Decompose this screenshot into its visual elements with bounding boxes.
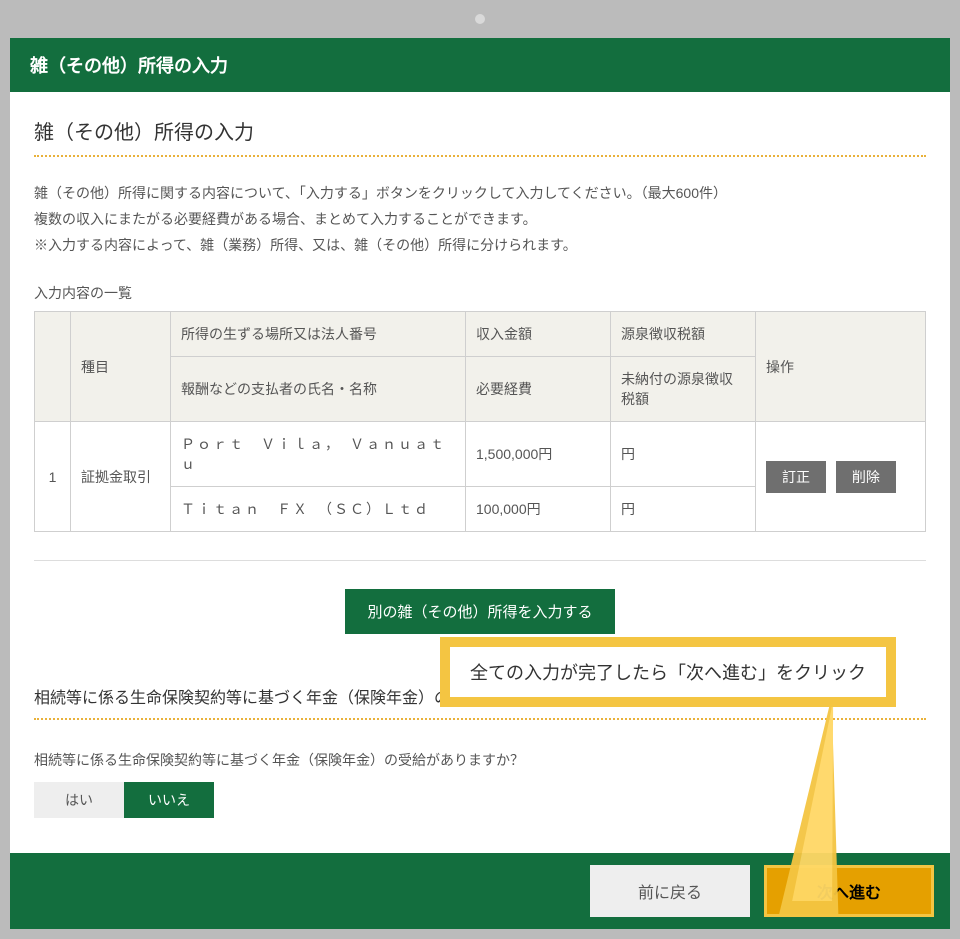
section1-desc1: 雑（その他）所得に関する内容について、「入力する」ボタンをクリックして入力してく… xyxy=(34,183,926,203)
th-kind: 種目 xyxy=(71,312,171,422)
input-table: 種目 所得の生ずる場所又は法人番号 収入金額 源泉徴収税額 操作 報酬などの支払… xyxy=(34,311,926,532)
th-ops: 操作 xyxy=(756,312,926,422)
th-unpaid-withholding: 未納付の源泉徴収税額 xyxy=(611,357,756,422)
row-kind: 証拠金取引 xyxy=(71,422,171,532)
page-header: 雑（その他）所得の入力 xyxy=(10,38,950,92)
th-income: 収入金額 xyxy=(466,312,611,357)
yes-button[interactable]: はい xyxy=(34,782,124,818)
browser-chrome xyxy=(0,0,960,38)
edit-button[interactable]: 訂正 xyxy=(766,461,826,493)
separator xyxy=(34,560,926,561)
row-unpaid-withholding: 円 xyxy=(611,487,756,532)
th-index xyxy=(35,312,71,422)
section1-desc2: 複数の収入にまたがる必要経費がある場合、まとめて入力することができます。 xyxy=(34,209,926,229)
row-income: 1,500,000円 xyxy=(466,422,611,487)
add-other-income-button[interactable]: 別の雑（その他）所得を入力する xyxy=(345,589,614,634)
page-container: 雑（その他）所得の入力 雑（その他）所得の入力 雑（その他）所得に関する内容につ… xyxy=(10,38,950,929)
no-button[interactable]: いいえ xyxy=(124,782,214,818)
th-payer: 報酬などの支払者の氏名・名称 xyxy=(171,357,466,422)
browser-camera-dot xyxy=(475,14,485,24)
back-button[interactable]: 前に戻る xyxy=(590,865,750,917)
row-place: Ｐｏｒｔ Ｖｉｌａ， Ｖａｎｕａｔｕ xyxy=(171,422,466,487)
section1-title: 雑（その他）所得の入力 xyxy=(34,116,926,157)
callout: 全ての入力が完了したら「次へ進む」をクリック xyxy=(440,637,896,707)
th-withholding: 源泉徴収税額 xyxy=(611,312,756,357)
list-caption: 入力内容の一覧 xyxy=(34,283,926,303)
section1-desc3: ※入力する内容によって、雑（業務）所得、又は、雑（その他）所得に分けられます。 xyxy=(34,235,926,255)
th-expense: 必要経費 xyxy=(466,357,611,422)
th-place: 所得の生ずる場所又は法人番号 xyxy=(171,312,466,357)
callout-text: 全ての入力が完了したら「次へ進む」をクリック xyxy=(470,663,866,683)
row-withholding: 円 xyxy=(611,422,756,487)
table-row: 1 証拠金取引 Ｐｏｒｔ Ｖｉｌａ， Ｖａｎｕａｔｕ 1,500,000円 円 … xyxy=(35,422,926,487)
section2-question: 相続等に係る生命保険契約等に基づく年金（保険年金）の受給がありますか？ xyxy=(34,750,926,770)
page-header-title: 雑（その他）所得の入力 xyxy=(30,56,228,76)
row-expense: 100,000円 xyxy=(466,487,611,532)
row-ops: 訂正 削除 xyxy=(756,422,926,532)
yes-no-segment: はい いいえ xyxy=(34,782,214,818)
delete-button[interactable]: 削除 xyxy=(836,461,896,493)
row-payer: Ｔｉｔａｎ ＦＸ （ＳＣ）Ｌｔｄ xyxy=(171,487,466,532)
row-index: 1 xyxy=(35,422,71,532)
